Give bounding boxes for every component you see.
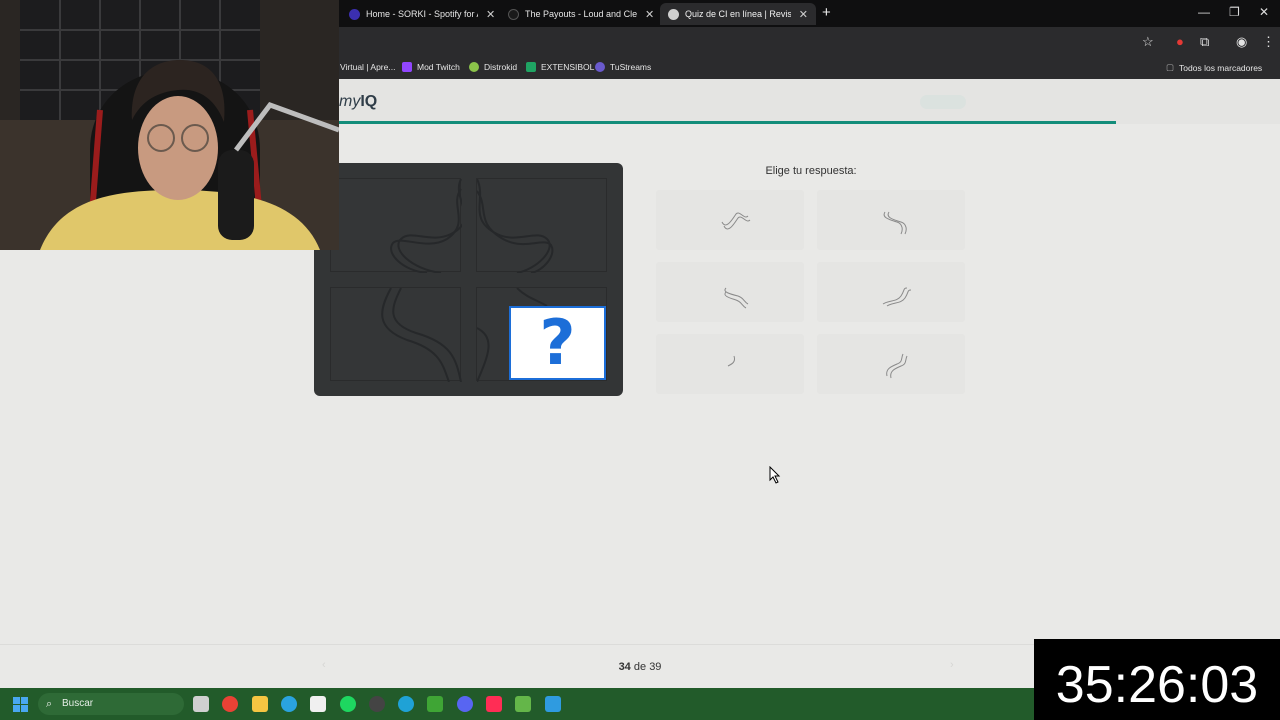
answer-option-1[interactable] <box>656 190 804 250</box>
profile-avatar-icon[interactable]: ◉ <box>1236 34 1247 50</box>
extension-icon[interactable]: ● <box>1176 34 1184 49</box>
taskbar-capcut-icon[interactable] <box>310 696 326 712</box>
search-icon: ⌕ <box>46 698 53 710</box>
question-counter: 34 de 39 <box>560 661 720 673</box>
tab-title: Quiz de CI en línea | Revisa tu p <box>685 9 791 19</box>
tab-title: Home - SORKI - Spotify for Art <box>366 9 478 19</box>
site-logo[interactable]: myIQ <box>339 93 377 111</box>
restore-icon[interactable]: ❐ <box>1229 5 1240 19</box>
webcam-feed <box>0 0 339 250</box>
search-placeholder: Buscar <box>62 698 94 709</box>
taskbar-chrome-icon[interactable] <box>222 696 238 712</box>
taskbar-minecraft-icon[interactable] <box>427 696 443 712</box>
spotify-favicon-icon <box>349 8 360 20</box>
matrix-cell <box>330 178 462 273</box>
taskbar-file-explorer-icon[interactable] <box>252 696 268 712</box>
bookmark-label: Distrokid <box>484 62 518 72</box>
bookmark-label: TuStreams <box>610 62 652 72</box>
next-question-icon[interactable]: › <box>950 659 954 671</box>
bookmark-item[interactable]: Virtual | Apre... <box>340 62 395 72</box>
header-badge <box>920 95 966 109</box>
curve-shape <box>477 179 554 273</box>
new-tab-button[interactable]: + <box>822 4 831 21</box>
curve-shape <box>390 179 462 273</box>
answer-curve-icon <box>727 355 735 367</box>
tab-iq-quiz[interactable]: Quiz de CI en línea | Revisa tu p ✕ <box>660 3 816 25</box>
answer-curve-icon <box>724 287 749 309</box>
distrokid-icon <box>469 62 479 72</box>
answer-option-6[interactable] <box>817 334 965 394</box>
total-questions: 39 <box>649 661 662 673</box>
answer-option-4[interactable] <box>817 262 965 322</box>
answer-option-3[interactable] <box>656 262 804 322</box>
windows-start-icon[interactable] <box>13 697 28 712</box>
taskbar-tiktok-icon[interactable] <box>486 696 502 712</box>
minimize-icon[interactable]: — <box>1198 5 1210 19</box>
matrix-cell <box>476 178 607 273</box>
answer-curve-icon <box>882 287 912 307</box>
taskbar-paint-icon[interactable] <box>545 696 561 712</box>
taskbar-spotify-icon[interactable] <box>340 696 356 712</box>
close-icon[interactable]: ✕ <box>486 8 495 21</box>
question-mark: ? <box>539 306 576 379</box>
all-bookmarks-button[interactable]: ▢ Todos los marcadores <box>1166 62 1262 73</box>
close-icon[interactable]: ✕ <box>645 8 654 21</box>
bookmark-item[interactable]: Mod Twitch <box>402 62 460 72</box>
matrix-cell <box>330 287 462 382</box>
mouse-cursor-icon <box>769 466 781 484</box>
logo-italic: my <box>339 93 361 110</box>
tab-spotify[interactable]: Home - SORKI - Spotify for Art ✕ <box>341 3 503 25</box>
taskbar-minecraft-launcher-icon[interactable] <box>515 696 531 712</box>
taskbar-telegram-icon[interactable] <box>281 696 297 712</box>
bookmark-item[interactable]: Distrokid <box>469 62 517 72</box>
taskbar-edge-icon[interactable] <box>398 696 414 712</box>
answer-option-5[interactable] <box>656 334 804 394</box>
tab-title: The Payouts - Loud and Clear <box>525 9 637 19</box>
bookmark-star-icon[interactable]: ☆ <box>1142 34 1154 50</box>
current-question: 34 <box>618 661 631 673</box>
close-icon[interactable]: ✕ <box>799 8 808 21</box>
taskbar-obs-icon[interactable] <box>369 696 385 712</box>
curve-shape <box>381 288 462 382</box>
bookmark-item[interactable]: EXTENSIBOL <box>526 62 594 72</box>
taskbar-task-view-icon[interactable] <box>193 696 209 712</box>
tustreams-icon <box>595 62 605 72</box>
iq-favicon-icon <box>668 8 679 20</box>
bookmark-label: EXTENSIBOL <box>541 62 595 72</box>
webcam-overlay <box>0 0 339 250</box>
payouts-favicon-icon <box>508 8 519 20</box>
menu-kebab-icon[interactable]: ⋮ <box>1262 34 1275 50</box>
bookmark-item[interactable]: TuStreams <box>595 62 651 72</box>
bookmark-label: Virtual | Apre... <box>340 62 396 72</box>
answer-curve-icon <box>886 353 908 379</box>
sheets-icon <box>526 62 536 72</box>
stream-timer: 35:26:03 <box>1034 639 1280 720</box>
folder-icon: ▢ <box>1166 62 1175 72</box>
answer-option-2[interactable] <box>817 190 965 250</box>
all-bookmarks-label: Todos los marcadores <box>1179 62 1263 73</box>
twitch-icon <box>402 62 412 72</box>
answer-curve-icon <box>883 211 907 235</box>
taskbar-search-box[interactable]: ⌕ Buscar <box>38 693 184 715</box>
logo-bold: IQ <box>360 93 378 110</box>
close-window-icon[interactable]: ✕ <box>1259 5 1269 19</box>
missing-cell-question: ? <box>509 306 606 380</box>
extensions-puzzle-icon[interactable]: ⧉ <box>1200 34 1209 50</box>
of-text: de <box>633 661 647 673</box>
prev-question-icon[interactable]: ‹ <box>322 659 326 671</box>
answer-curve-icon <box>721 212 751 230</box>
puzzle-matrix: ? <box>314 163 623 396</box>
bookmark-label: Mod Twitch <box>417 62 460 72</box>
tab-payouts[interactable]: The Payouts - Loud and Clear ✕ <box>500 3 662 25</box>
taskbar-discord-icon[interactable] <box>457 696 473 712</box>
answers-title: Elige tu respuesta: <box>765 165 857 177</box>
